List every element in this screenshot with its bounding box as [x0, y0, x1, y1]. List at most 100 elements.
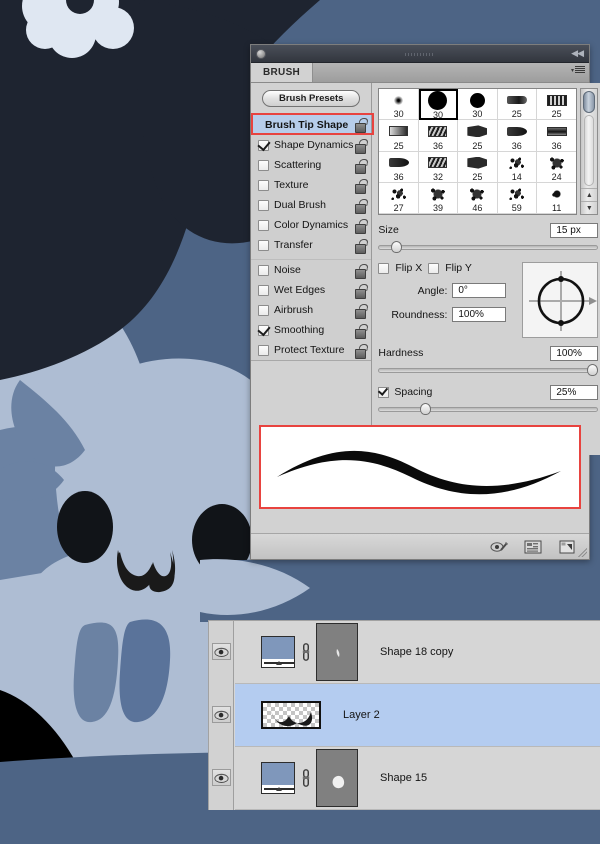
spacing-checkbox[interactable] [378, 384, 390, 398]
layer-thumbnail[interactable] [261, 762, 295, 794]
layer-visibility-toggle[interactable] [212, 706, 231, 723]
brush-option-noise[interactable]: Noise [251, 260, 371, 280]
layer-row[interactable]: Shape 15 [235, 747, 600, 810]
panel-drag-grip[interactable] [405, 53, 435, 56]
unlocked-padlock-icon[interactable] [355, 139, 367, 154]
checkbox-airbrush[interactable] [258, 304, 269, 316]
panel-tabbar[interactable]: BRUSH ▾ [251, 63, 589, 83]
brush-preset-cell[interactable]: 25 [379, 120, 419, 152]
brush-preset-cell[interactable]: 25 [497, 89, 537, 121]
checkbox-wet-edges[interactable] [258, 284, 269, 296]
scrollbar-track[interactable] [584, 115, 595, 186]
brush-preset-cell[interactable]: 30 [379, 89, 419, 121]
layers-list[interactable]: Shape 18 copy Layer 2 Shape 15 [235, 621, 600, 810]
brush-preset-cell[interactable]: 46 [458, 182, 498, 214]
brush-option-smoothing[interactable]: Smoothing [251, 320, 371, 340]
brush-option-scattering[interactable]: Scattering [251, 155, 371, 175]
brush-preset-cell[interactable]: 36 [497, 120, 537, 152]
hardness-slider-thumb[interactable] [587, 364, 599, 376]
scroll-up-arrow-icon[interactable]: ▲ [581, 188, 598, 201]
unlocked-padlock-icon[interactable] [355, 239, 367, 254]
layers-panel[interactable]: Shape 18 copy Layer 2 Shape 15 [208, 620, 600, 810]
layer-mask-link-icon[interactable] [299, 767, 312, 789]
brush-preset-cell[interactable]: 24 [536, 152, 577, 183]
layer-visibility-toggle[interactable] [212, 769, 231, 786]
brush-option-transfer[interactable]: Transfer [251, 235, 371, 255]
brush-option-dual-brush[interactable]: Dual Brush [251, 195, 371, 215]
checkbox-dual-brush[interactable] [258, 199, 269, 211]
brush-preset-cell[interactable]: 27 [379, 182, 419, 214]
checkbox-scattering[interactable] [258, 159, 269, 171]
size-slider-thumb[interactable] [390, 241, 402, 253]
brush-preset-cell[interactable]: 59 [497, 182, 537, 214]
angle-input[interactable]: 0° [452, 283, 507, 298]
brush-option-shape-dynamics[interactable]: Shape Dynamics [251, 135, 371, 155]
hardness-input[interactable]: 100% [550, 345, 599, 361]
layer-mask-thumbnail[interactable] [316, 623, 358, 681]
layer-thumbnail[interactable] [261, 636, 295, 668]
brush-option-airbrush[interactable]: Airbrush [251, 300, 371, 320]
unlocked-padlock-icon[interactable] [355, 264, 367, 279]
unlocked-padlock-icon[interactable] [355, 304, 367, 319]
panel-titlebar[interactable]: ◀◀ [251, 45, 589, 63]
brush-option-brush-tip-shape[interactable]: Brush Tip Shape [251, 115, 372, 135]
layer-row[interactable]: Layer 2 [235, 684, 600, 747]
preset-manager-icon[interactable] [523, 539, 543, 555]
brush-option-color-dynamics[interactable]: Color Dynamics [251, 215, 371, 235]
panel-resize-grip[interactable] [578, 548, 587, 557]
size-input[interactable]: 15 px [550, 222, 599, 238]
brush-preset-cell[interactable]: 30 [458, 89, 498, 121]
flip-x-checkbox[interactable] [378, 262, 390, 274]
brush-angle-roundness-widget[interactable] [522, 262, 599, 338]
unlocked-padlock-icon[interactable] [355, 219, 367, 234]
panel-menu-icon[interactable]: ▾ [571, 66, 585, 74]
checkbox-noise[interactable] [258, 264, 269, 276]
layer-mask-thumbnail[interactable] [316, 749, 358, 807]
brush-preset-cell[interactable]: 39 [418, 182, 459, 214]
spacing-slider[interactable] [378, 402, 599, 416]
scroll-down-arrow-icon[interactable]: ▼ [581, 201, 598, 214]
size-slider[interactable] [378, 240, 599, 254]
brush-panel[interactable]: ◀◀ BRUSH ▾ Brush Presets Brush Tip Shape… [250, 44, 600, 560]
spacing-slider-thumb[interactable] [420, 403, 432, 415]
checkbox-smoothing[interactable] [258, 324, 269, 336]
brush-preset-cell[interactable]: 25 [458, 151, 498, 183]
hardness-slider[interactable] [378, 363, 599, 377]
brush-preset-cell[interactable]: 14 [497, 151, 537, 183]
checkbox-protect-texture[interactable] [258, 344, 269, 356]
unlocked-padlock-icon[interactable] [355, 118, 367, 133]
brush-preset-cell[interactable]: 36 [418, 120, 459, 152]
layer-mask-link-icon[interactable] [299, 641, 312, 663]
layer-row[interactable]: Shape 18 copy [235, 621, 600, 684]
brush-preset-cell[interactable]: 36 [379, 151, 419, 183]
tab-brush[interactable]: BRUSH [251, 63, 314, 82]
panel-close-dot[interactable] [256, 49, 266, 59]
unlocked-padlock-icon[interactable] [355, 344, 367, 359]
size-slider-track[interactable] [378, 245, 599, 250]
brush-preset-cell[interactable]: 36 [536, 120, 577, 152]
brush-preset-grid[interactable]: 30 30 30 25 25 25 36 25 36 36 36 32 25 14 24 27 39 46 59 11 [378, 88, 578, 215]
spacing-slider-track[interactable] [378, 407, 599, 412]
scrollbar-thumb[interactable] [583, 91, 596, 113]
unlocked-padlock-icon[interactable] [355, 284, 367, 299]
new-brush-preset-icon[interactable] [557, 539, 577, 555]
layer-visibility-toggle[interactable] [212, 643, 231, 660]
unlocked-padlock-icon[interactable] [355, 199, 367, 214]
toggle-brush-preview-icon[interactable] [489, 539, 509, 555]
brush-preset-cell[interactable]: 11 [536, 183, 577, 214]
unlocked-padlock-icon[interactable] [355, 179, 367, 194]
hardness-slider-track[interactable] [378, 368, 599, 373]
brush-option-wet-edges[interactable]: Wet Edges [251, 280, 371, 300]
brush-preset-cell[interactable]: 25 [536, 89, 577, 121]
checkbox-color-dynamics[interactable] [258, 219, 269, 231]
brush-preset-cell[interactable]: 32 [418, 151, 459, 183]
checkbox-shape-dynamics[interactable] [258, 139, 269, 151]
collapse-double-arrow-icon[interactable]: ◀◀ [571, 49, 584, 58]
brush-option-texture[interactable]: Texture [251, 175, 371, 195]
roundness-input[interactable]: 100% [452, 307, 507, 322]
layer-thumbnail[interactable] [261, 701, 321, 729]
brush-option-protect-texture[interactable]: Protect Texture [251, 340, 371, 360]
brush-options-list[interactable]: Brush Tip Shape Shape Dynamics Scattering T… [251, 114, 372, 361]
checkbox-transfer[interactable] [258, 239, 269, 251]
spacing-input[interactable]: 25% [550, 384, 599, 400]
